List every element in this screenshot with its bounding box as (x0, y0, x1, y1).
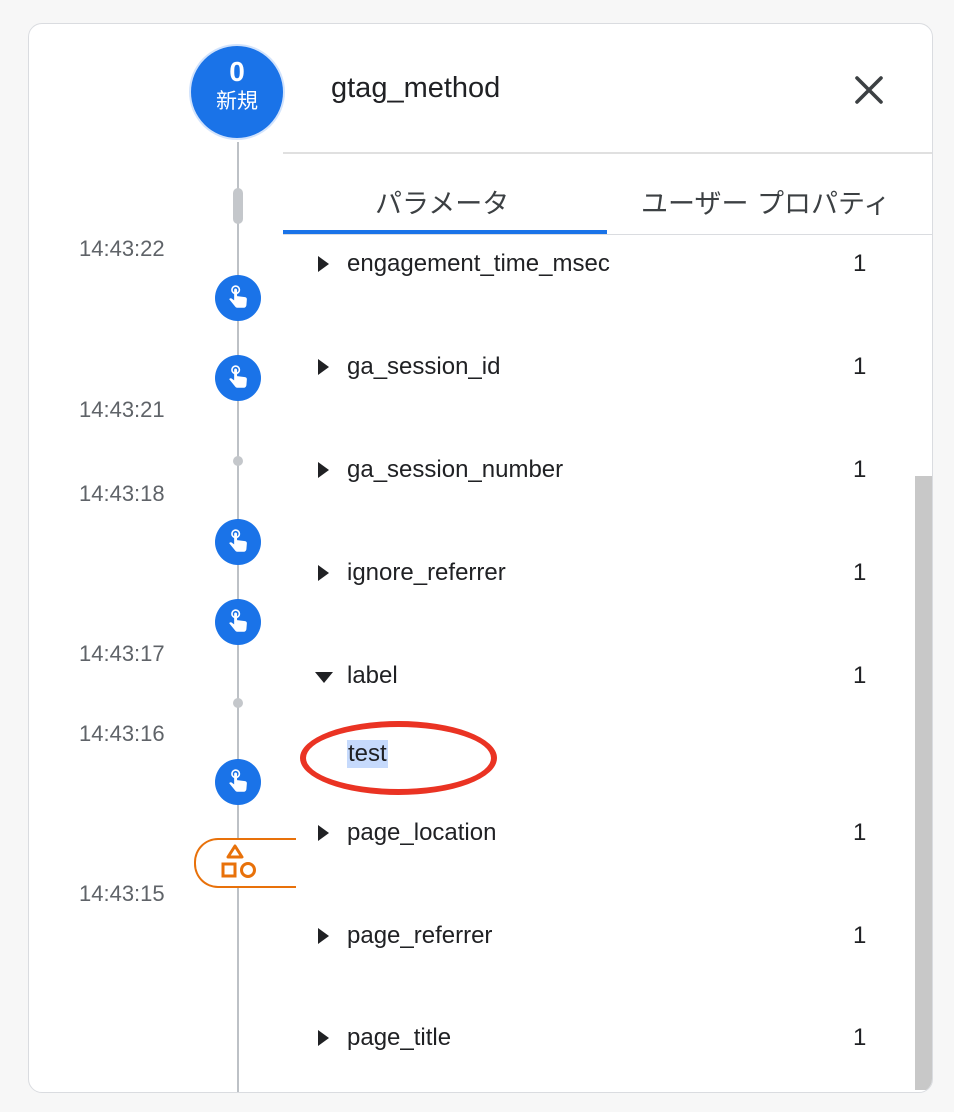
params-scrollbar[interactable] (915, 476, 932, 1090)
timeline-event[interactable] (215, 275, 261, 321)
collapse-arrow-icon (315, 672, 333, 683)
timestamp: 14:43:16 (79, 721, 165, 746)
touch-hand-icon (229, 365, 247, 388)
shapes-icon (221, 844, 256, 878)
timestamp: 14:43:21 (79, 397, 165, 422)
touch-hand-icon (229, 285, 247, 308)
new-events-label: 新規 (216, 89, 258, 113)
timestamp: 14:43:18 (79, 481, 165, 506)
config-event-pill[interactable] (194, 838, 296, 888)
param-count: 1 (853, 250, 867, 277)
param-count: 1 (853, 922, 867, 949)
param-count: 1 (853, 662, 867, 689)
timeline-event[interactable] (215, 759, 261, 805)
param-name: ignore_referrer (347, 559, 506, 586)
param-name: page_referrer (347, 922, 493, 949)
event-timeline: 0 新規 14:43:22 14:43:21 14:43:18 14:43:17… (29, 24, 296, 1092)
param-row-ignore-referrer[interactable]: ignore_referrer 1 (313, 555, 873, 595)
expand-arrow-icon (318, 462, 329, 478)
new-events-counter[interactable]: 0 新規 (191, 46, 283, 138)
param-name: engagement_time_msec (347, 250, 610, 277)
touch-hand-icon (229, 769, 247, 792)
touch-hand-icon (229, 529, 247, 552)
param-name: ga_session_number (347, 456, 564, 483)
tabs-divider (283, 234, 932, 235)
tab-parameters[interactable]: パラメータ (375, 182, 509, 221)
event-name-title: gtag_method (331, 72, 501, 104)
timeline-scroll-handle[interactable] (233, 188, 243, 224)
timestamp: 14:43:22 (79, 236, 165, 261)
param-row-page-referrer[interactable]: page_referrer 1 (313, 918, 873, 958)
param-row-page-title[interactable]: page_title 1 (313, 1020, 873, 1060)
expand-arrow-icon (318, 928, 329, 944)
timeline-dot (233, 698, 243, 708)
param-name: label (347, 662, 398, 689)
param-count: 1 (853, 456, 867, 483)
header-divider (283, 152, 932, 154)
param-count: 1 (853, 353, 867, 380)
param-row-engagement-time-msec[interactable]: engagement_time_msec 1 (313, 246, 873, 286)
param-name: page_title (347, 1024, 452, 1051)
close-icon (855, 76, 883, 104)
param-count: 1 (853, 1024, 867, 1051)
param-name: page_location (347, 819, 497, 846)
param-row-page-location[interactable]: page_location 1 (313, 815, 873, 855)
expand-arrow-icon (318, 256, 329, 272)
tab-user-properties[interactable]: ユーザー プロパティ (641, 182, 890, 221)
param-count: 1 (853, 559, 867, 586)
new-events-count: 0 (229, 56, 245, 87)
expand-arrow-icon (318, 1030, 329, 1046)
param-count: 1 (853, 819, 867, 846)
param-row-ga-session-number[interactable]: ga_session_number 1 (313, 452, 873, 492)
param-row-label[interactable]: label 1 (313, 658, 873, 698)
touch-hand-icon (229, 609, 247, 632)
expand-arrow-icon (318, 825, 329, 841)
close-button[interactable] (849, 70, 889, 110)
event-detail-panel: gtag_method パラメータ ユーザー プロパティ engagement_… (283, 24, 932, 1092)
param-row-ga-session-id[interactable]: ga_session_id 1 (313, 349, 873, 389)
debug-view-card: 0 新規 14:43:22 14:43:21 14:43:18 14:43:17… (28, 23, 933, 1093)
timeline-event[interactable] (215, 599, 261, 645)
timestamp: 14:43:17 (79, 641, 165, 666)
timeline-dot (233, 456, 243, 466)
timeline-event[interactable] (215, 355, 261, 401)
timeline-event[interactable] (215, 519, 261, 565)
expand-arrow-icon (318, 565, 329, 581)
expand-arrow-icon (318, 359, 329, 375)
annotation-circle (300, 721, 497, 795)
timestamp: 14:43:15 (79, 881, 165, 906)
param-name: ga_session_id (347, 353, 501, 380)
